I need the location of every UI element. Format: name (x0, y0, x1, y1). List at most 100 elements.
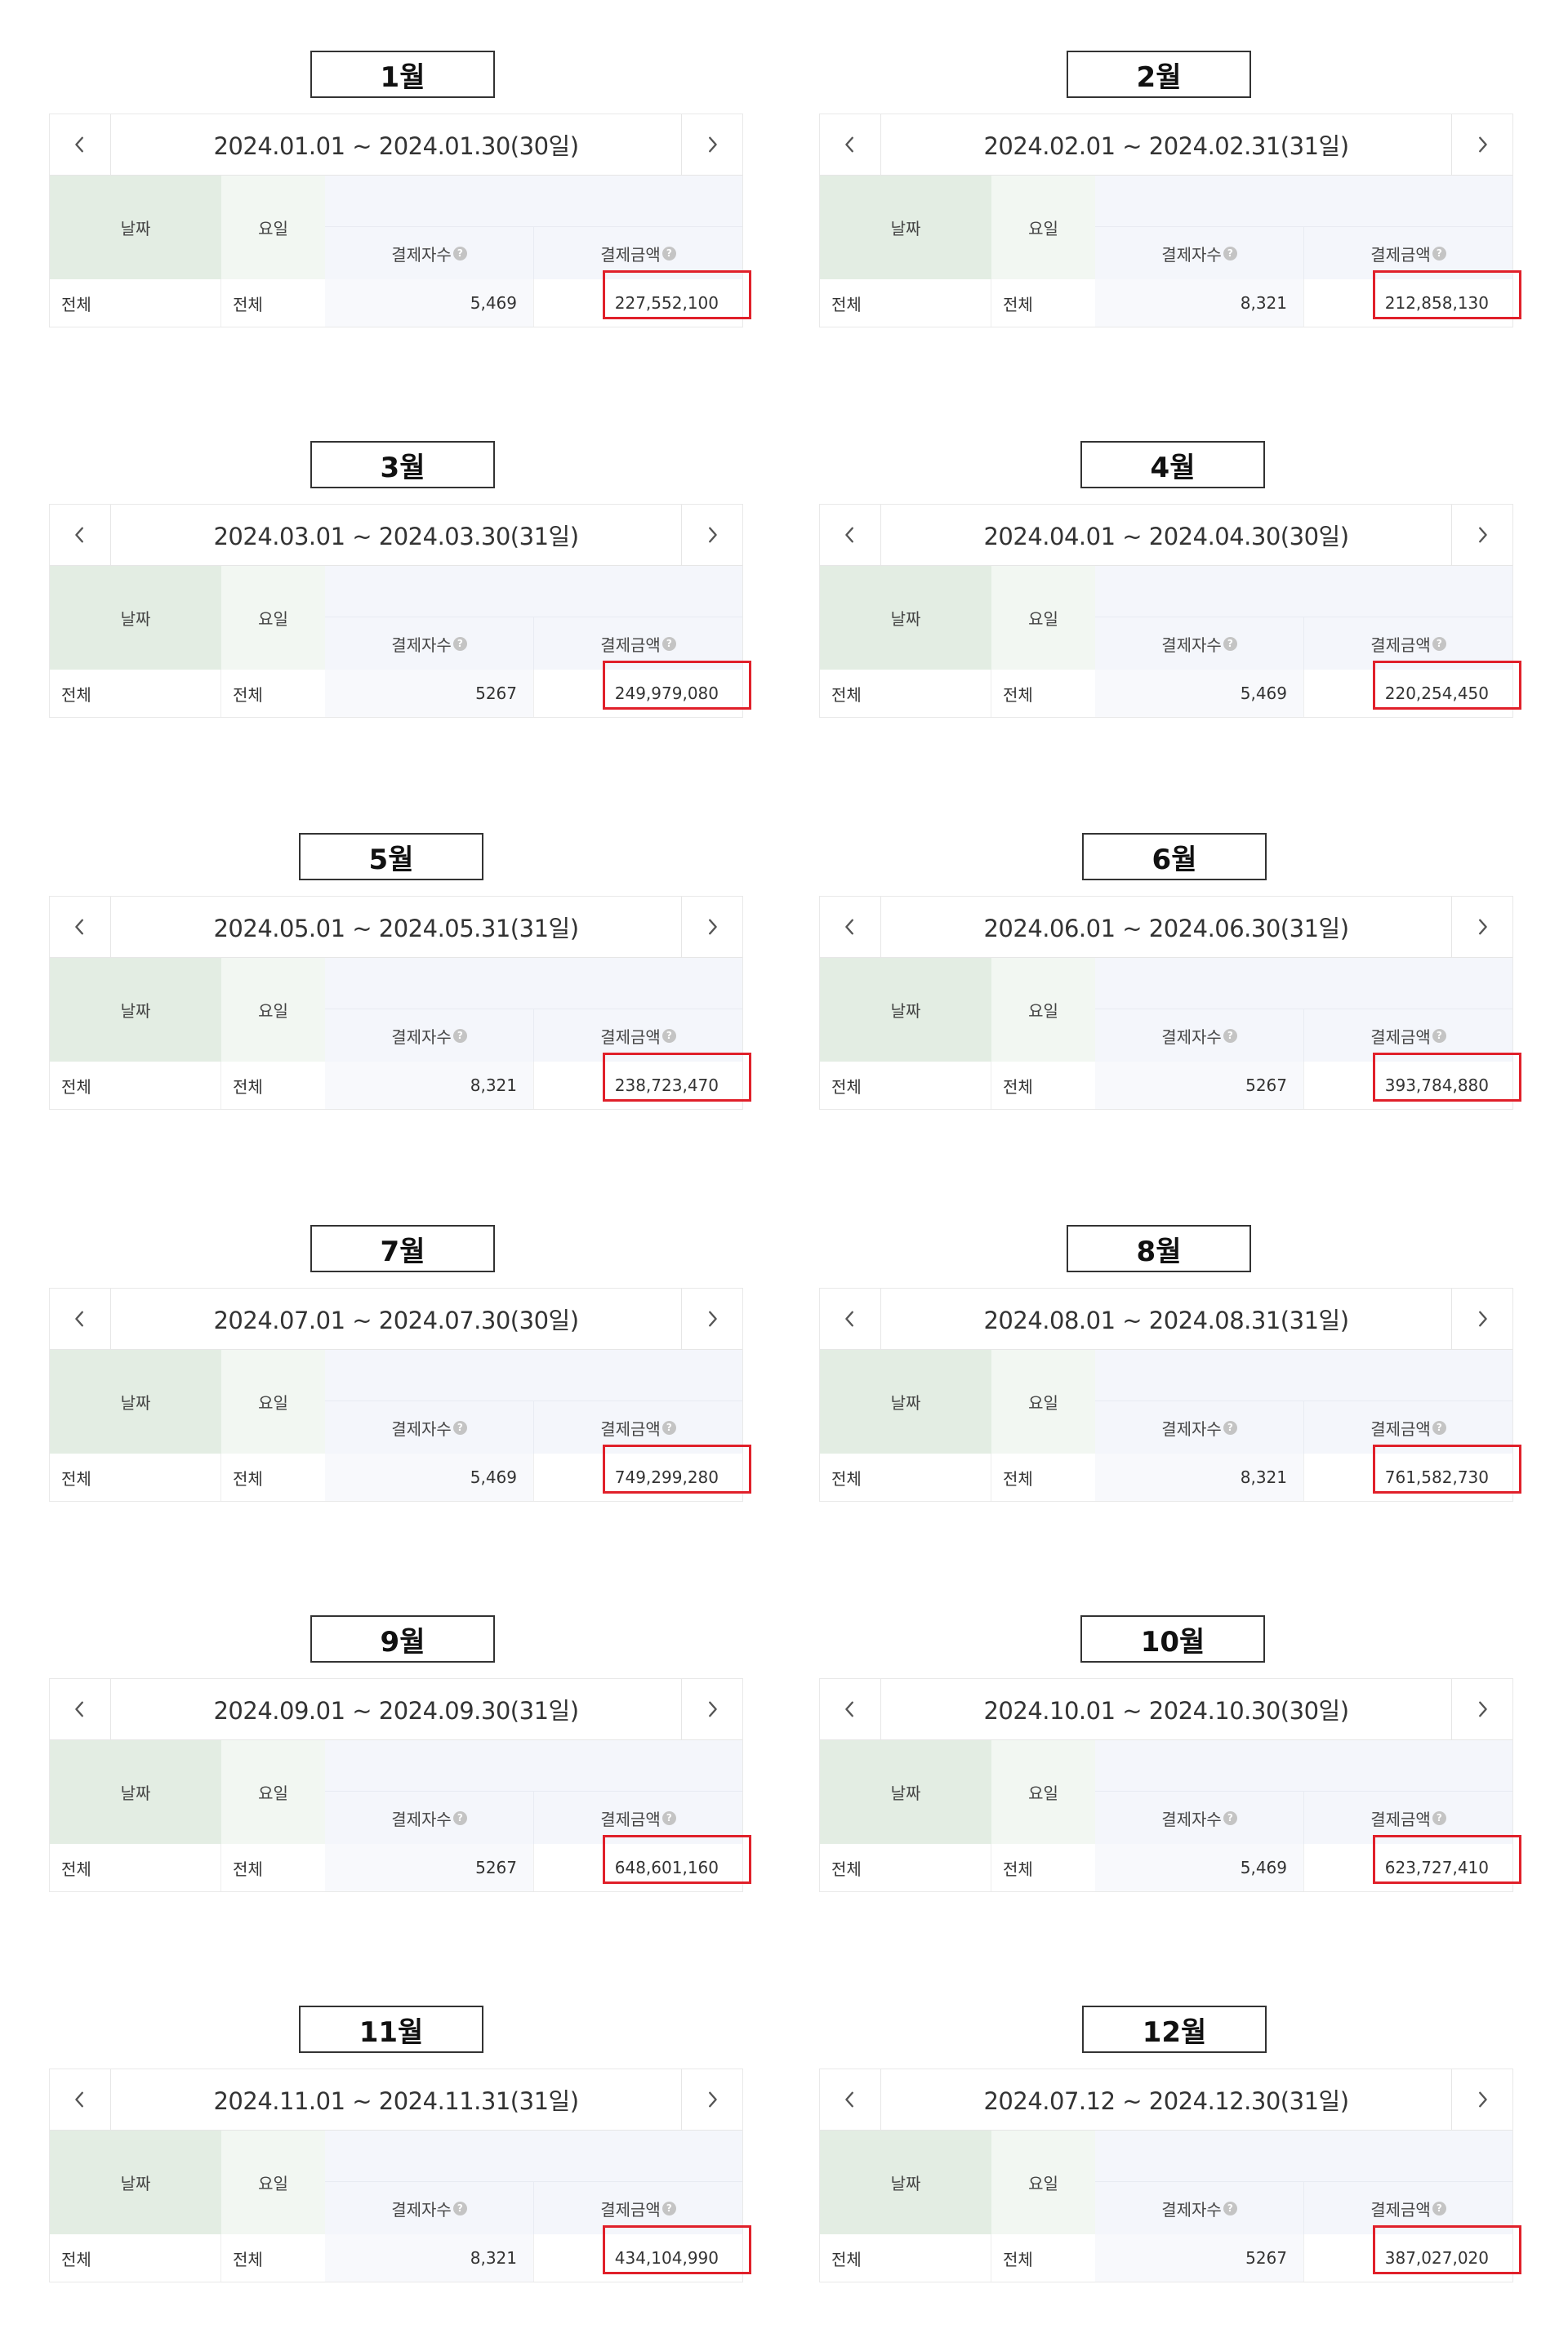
payer-count-value: 8,321 (325, 2234, 534, 2282)
month-panel-9: 9월 2024.09.01 ~ 2024.09.30(31일) 날짜 요일 결제… (49, 1615, 751, 1893)
day-cell: 전체 (233, 684, 263, 705)
stats-table: 2024.10.01 ~ 2024.10.30(30일) 날짜 요일 결제자수 … (819, 1678, 1521, 1892)
month-panel-11: 11월 2024.11.01 ~ 2024.11.31(31일) 날짜 요일 결… (49, 2006, 751, 2283)
payer-count-header: 결제자수 ? (1095, 1792, 1304, 1844)
next-period-button[interactable] (681, 505, 742, 565)
payer-count-value: 5267 (1095, 2234, 1304, 2282)
day-column-header: 요일 (221, 566, 325, 670)
prev-period-button[interactable] (50, 505, 111, 565)
next-period-button[interactable] (681, 897, 742, 957)
payment-amount-header-label: 결제금액 (1370, 2199, 1431, 2220)
question-circle-icon[interactable]: ? (452, 1420, 467, 1435)
month-label: 11월 (299, 2006, 483, 2053)
day-column-header: 요일 (221, 958, 325, 1062)
stats-table: 2024.06.01 ~ 2024.06.30(31일) 날짜 요일 결제자수 … (819, 896, 1521, 1110)
question-circle-icon[interactable]: ? (1223, 1420, 1237, 1435)
day-cell: 전체 (1003, 684, 1033, 705)
month-panel-8: 8월 2024.08.01 ~ 2024.08.31(31일) 날짜 요일 결제… (819, 1225, 1521, 1503)
date-navigator: 2024.10.01 ~ 2024.10.30(30일) (820, 1679, 1512, 1740)
question-circle-icon[interactable]: ? (1432, 636, 1446, 651)
question-circle-icon[interactable]: ? (452, 1810, 467, 1825)
prev-period-button[interactable] (820, 505, 881, 565)
question-circle-icon[interactable]: ? (452, 1028, 467, 1043)
question-circle-icon[interactable]: ? (1223, 1028, 1237, 1043)
month-label: 8월 (1067, 1225, 1251, 1272)
amount-highlight-box (603, 661, 751, 710)
day-cell: 전체 (1003, 1076, 1033, 1097)
question-circle-icon[interactable]: ? (662, 2201, 676, 2215)
prev-period-button[interactable] (50, 1289, 111, 1349)
day-column-header: 요일 (991, 2131, 1095, 2234)
next-period-button[interactable] (1451, 1289, 1512, 1349)
question-circle-icon[interactable]: ? (452, 2201, 467, 2215)
date-range-label: 2024.11.01 ~ 2024.11.31(31일) (213, 2087, 579, 2115)
amount-highlight-box (603, 1053, 751, 1102)
month-panel-7: 7월 2024.07.01 ~ 2024.07.30(30일) 날짜 요일 결제… (49, 1225, 751, 1503)
date-column-header: 날짜 (820, 958, 991, 1062)
amount-highlight-box (603, 1445, 751, 1494)
payment-amount-header-label: 결제금액 (600, 1418, 661, 1439)
prev-period-button[interactable] (820, 114, 881, 175)
question-circle-icon[interactable]: ? (1223, 246, 1237, 261)
payment-amount-header-label: 결제금액 (1370, 244, 1431, 265)
question-circle-icon[interactable]: ? (1432, 1810, 1446, 1825)
date-column-header: 날짜 (50, 958, 221, 1062)
question-circle-icon[interactable]: ? (662, 1028, 676, 1043)
day-column-header: 요일 (991, 1740, 1095, 1844)
payer-count-header-label: 결제자수 (391, 1026, 452, 1047)
question-circle-icon[interactable]: ? (1223, 1810, 1237, 1825)
question-circle-icon[interactable]: ? (1223, 2201, 1237, 2215)
question-circle-icon[interactable]: ? (662, 1810, 676, 1825)
date-column-header: 날짜 (820, 566, 991, 670)
next-period-button[interactable] (1451, 897, 1512, 957)
prev-period-button[interactable] (50, 114, 111, 175)
date-range-label: 2024.01.01 ~ 2024.01.30(30일) (213, 132, 579, 160)
prev-period-button[interactable] (820, 1289, 881, 1349)
next-period-button[interactable] (1451, 2069, 1512, 2130)
prev-period-button[interactable] (50, 2069, 111, 2130)
question-circle-icon[interactable]: ? (662, 636, 676, 651)
date-range-label: 2024.02.01 ~ 2024.02.31(31일) (983, 132, 1349, 160)
date-navigator: 2024.11.01 ~ 2024.11.31(31일) (50, 2069, 742, 2131)
date-navigator: 2024.01.01 ~ 2024.01.30(30일) (50, 114, 742, 176)
prev-period-button[interactable] (820, 1679, 881, 1739)
payer-count-header: 결제자수 ? (1095, 227, 1304, 279)
next-period-button[interactable] (1451, 114, 1512, 175)
payer-count-header-label: 결제자수 (391, 1809, 452, 1829)
question-circle-icon[interactable]: ? (1432, 2201, 1446, 2215)
month-label: 7월 (310, 1225, 495, 1272)
month-label: 1월 (310, 51, 495, 98)
next-period-button[interactable] (1451, 505, 1512, 565)
date-navigator: 2024.09.01 ~ 2024.09.30(31일) (50, 1679, 742, 1740)
prev-period-button[interactable] (50, 897, 111, 957)
question-circle-icon[interactable]: ? (452, 636, 467, 651)
prev-period-button[interactable] (820, 2069, 881, 2130)
question-circle-icon[interactable]: ? (1432, 246, 1446, 261)
metrics-group-header (325, 2131, 742, 2182)
question-circle-icon[interactable]: ? (662, 246, 676, 261)
month-panel-3: 3월 2024.03.01 ~ 2024.03.30(31일) 날짜 요일 결제… (49, 441, 751, 719)
next-period-button[interactable] (681, 1679, 742, 1739)
question-circle-icon[interactable]: ? (1432, 1028, 1446, 1043)
stats-table: 2024.09.01 ~ 2024.09.30(31일) 날짜 요일 결제자수 … (49, 1678, 751, 1892)
next-period-button[interactable] (681, 1289, 742, 1349)
question-circle-icon[interactable]: ? (1223, 636, 1237, 651)
month-label: 3월 (310, 441, 495, 488)
chevron-right-icon (1479, 136, 1487, 153)
next-period-button[interactable] (1451, 1679, 1512, 1739)
day-cell: 전체 (1003, 1468, 1033, 1489)
next-period-button[interactable] (681, 114, 742, 175)
payer-count-header: 결제자수 ? (1095, 617, 1304, 670)
date-cell: 전체 (820, 1062, 991, 1109)
date-column-header: 날짜 (820, 1740, 991, 1844)
prev-period-button[interactable] (50, 1679, 111, 1739)
question-circle-icon[interactable]: ? (1432, 1420, 1446, 1435)
question-circle-icon[interactable]: ? (452, 246, 467, 261)
next-period-button[interactable] (681, 2069, 742, 2130)
month-label: 2월 (1067, 51, 1251, 98)
day-cell: 전체 (233, 2249, 263, 2269)
question-circle-icon[interactable]: ? (662, 1420, 676, 1435)
chevron-right-icon (709, 1701, 717, 1717)
prev-period-button[interactable] (820, 897, 881, 957)
chevron-right-icon (709, 2091, 717, 2108)
